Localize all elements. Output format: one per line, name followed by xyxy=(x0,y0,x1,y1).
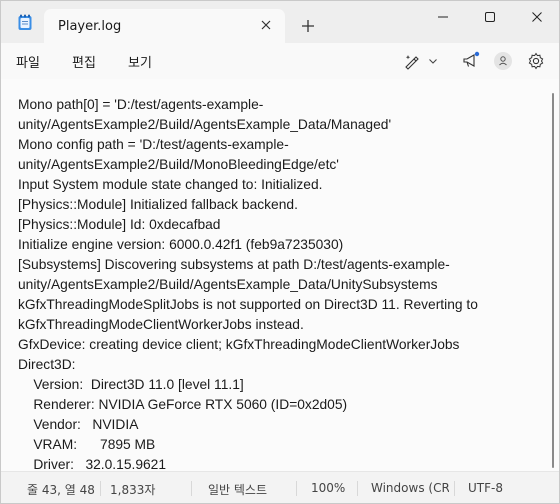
editor-line: Initialize engine version: 6000.0.42f1 (… xyxy=(18,237,344,252)
editor-line: GfxDevice: creating device client; kGfxT… xyxy=(18,337,460,352)
editor-content: Mono path[0] = 'D:/test/agents-example- … xyxy=(18,95,538,471)
status-bar: 줄 43, 열 48 1,833자 일반 텍스트 100% Windows (C… xyxy=(1,471,559,503)
editor-line: Driver: 32.0.15.9621 xyxy=(18,457,167,471)
whats-new-button[interactable] xyxy=(461,50,481,72)
status-cursor-position: 줄 43, 열 48 xyxy=(27,483,95,497)
status-encoding[interactable]: UTF-8 xyxy=(468,481,503,495)
editor-line: Input System module state changed to: In… xyxy=(18,177,323,192)
status-divider xyxy=(296,481,297,496)
menu-view[interactable]: 보기 xyxy=(128,52,152,71)
notepad-window: Player.log 파일 편집 보기 Mono path[0] = 'D:/t… xyxy=(0,0,560,504)
plus-icon[interactable] xyxy=(301,19,315,33)
menu-edit[interactable]: 편집 xyxy=(72,52,96,71)
editor-line: kGfxThreadingModeSplitJobs is not suppor… xyxy=(18,297,478,312)
editor-line: Vendor: NVIDIA xyxy=(18,417,139,432)
status-line-ending[interactable]: Windows (CRL xyxy=(371,481,449,495)
editor-line: Direct3D: xyxy=(18,357,76,372)
text-editor[interactable]: Mono path[0] = 'D:/test/agents-example- … xyxy=(1,79,559,471)
editor-line: VRAM: 7895 MB xyxy=(18,437,156,452)
settings-button[interactable] xyxy=(527,50,547,72)
editor-line: [Physics::Module] Initialized fallback b… xyxy=(18,197,298,212)
close-window-button[interactable] xyxy=(515,1,559,33)
editor-line: [Subsystems] Discovering subsystems at p… xyxy=(18,257,450,272)
status-divider xyxy=(100,481,101,496)
close-icon[interactable] xyxy=(259,18,273,32)
notepad-icon xyxy=(18,14,32,30)
editor-line: kGfxThreadingModeClientWorkerJobs instea… xyxy=(18,317,304,332)
copilot-pen-icon xyxy=(405,55,419,70)
megaphone-icon xyxy=(463,51,480,67)
editor-line: [Physics::Module] Id: 0xdecafbad xyxy=(18,217,221,232)
chevron-down-icon xyxy=(429,59,437,64)
status-divider xyxy=(454,481,455,496)
maximize-icon xyxy=(485,12,495,22)
close-window-icon xyxy=(532,12,542,22)
account-icon xyxy=(494,52,512,70)
minimize-icon xyxy=(438,16,448,18)
editor-line: unity/AgentsExample2/Build/MonoBleedingE… xyxy=(18,157,339,172)
editor-line: unity/AgentsExample2/Build/AgentsExample… xyxy=(18,277,438,292)
editor-line: Renderer: NVIDIA GeForce RTX 5060 (ID=0x… xyxy=(18,397,348,412)
tab-player-log[interactable]: Player.log xyxy=(44,9,285,43)
account-button[interactable] xyxy=(493,50,513,72)
tab-title: Player.log xyxy=(58,19,122,34)
maximize-button[interactable] xyxy=(468,1,512,33)
editor-line: unity/AgentsExample2/Build/AgentsExample… xyxy=(18,117,392,132)
status-divider xyxy=(357,481,358,496)
minimize-button[interactable] xyxy=(421,1,465,33)
vertical-scrollbar[interactable] xyxy=(552,93,554,468)
status-char-count: 1,833자 xyxy=(110,483,156,497)
editor-line: Version: Direct3D 11.0 [level 11.1] xyxy=(18,377,244,392)
status-zoom[interactable]: 100% xyxy=(311,481,345,495)
menu-file[interactable]: 파일 xyxy=(16,52,40,71)
status-divider xyxy=(191,481,192,496)
copilot-button[interactable] xyxy=(403,50,441,72)
settings-icon xyxy=(528,52,544,70)
title-bar: Player.log xyxy=(1,1,559,43)
status-format: 일반 텍스트 xyxy=(208,483,268,497)
editor-line: Mono path[0] = 'D:/test/agents-example- xyxy=(18,97,264,112)
editor-line: Mono config path = 'D:/test/agents-examp… xyxy=(18,137,289,152)
menu-bar: 파일 편집 보기 xyxy=(1,43,559,79)
